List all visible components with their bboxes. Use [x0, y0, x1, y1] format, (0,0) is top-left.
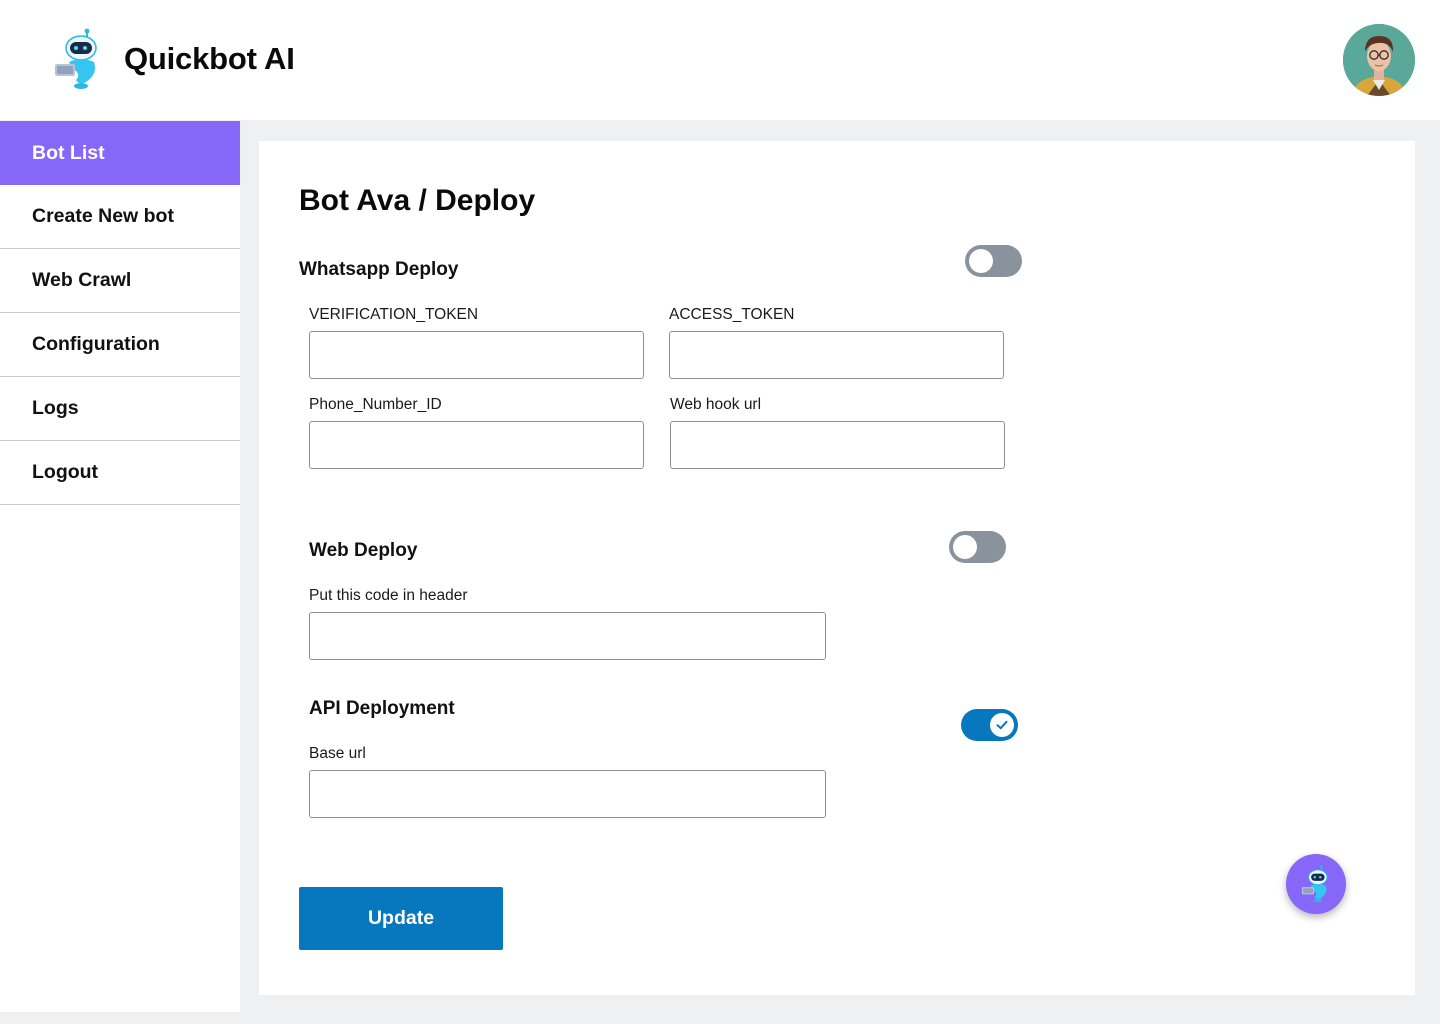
whatsapp-deploy-toggle[interactable]: [965, 245, 1022, 277]
whatsapp-deploy-title: Whatsapp Deploy: [299, 259, 459, 280]
api-deployment-toggle[interactable]: [961, 709, 1018, 741]
robot-icon: [55, 28, 97, 89]
brand-name: Quickbot AI: [124, 41, 295, 76]
sidebar-item-web-crawl[interactable]: Web Crawl: [0, 249, 240, 313]
check-icon: [996, 720, 1008, 730]
sidebar-item-logout[interactable]: Logout: [0, 441, 240, 505]
header-code-field[interactable]: [309, 612, 826, 660]
toggle-knob: [969, 249, 993, 273]
toggle-knob: [990, 713, 1014, 737]
verification-token-label: VERIFICATION_TOKEN: [309, 306, 479, 323]
web-deploy-title: Web Deploy: [309, 540, 418, 561]
header-code-label: Put this code in header: [309, 587, 468, 604]
verification-token-field[interactable]: [309, 331, 644, 379]
webhook-url-label: Web hook url: [670, 396, 762, 413]
sidebar-item-configuration[interactable]: Configuration: [0, 313, 240, 377]
sidebar-item-logs[interactable]: Logs: [0, 377, 240, 441]
access-token-label: ACCESS_TOKEN: [669, 306, 795, 323]
update-button[interactable]: Update: [299, 887, 503, 950]
base-url-label: Base url: [309, 745, 366, 762]
sidebar: Bot List Create New bot Web Crawl Config…: [0, 121, 240, 1012]
phone-number-id-field[interactable]: [309, 421, 644, 469]
robot-icon: [1301, 865, 1328, 903]
webhook-url-field[interactable]: [670, 421, 1005, 469]
access-token-field[interactable]: [669, 331, 1004, 379]
page-title: Bot Ava / Deploy: [299, 184, 536, 217]
sidebar-item-create-new-bot[interactable]: Create New bot: [0, 185, 240, 249]
top-bar: Quickbot AI: [0, 0, 1440, 120]
user-avatar[interactable]: [1343, 24, 1415, 96]
chatbot-launcher-button[interactable]: [1286, 854, 1346, 914]
sidebar-item-bot-list[interactable]: Bot List: [0, 121, 240, 185]
phone-number-id-label: Phone_Number_ID: [309, 396, 442, 413]
api-deployment-title: API Deployment: [309, 698, 455, 719]
web-deploy-toggle[interactable]: [949, 531, 1006, 563]
base-url-field[interactable]: [309, 770, 826, 818]
toggle-knob: [953, 535, 977, 559]
